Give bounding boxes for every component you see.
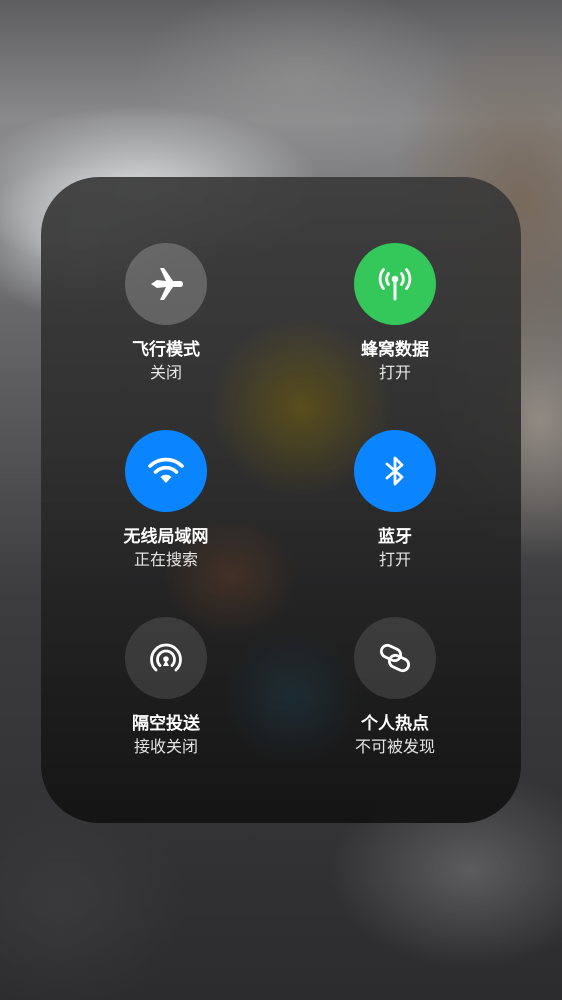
wifi-label: 无线局域网 [123, 527, 209, 547]
bluetooth-toggle[interactable]: 蓝牙 打开 [295, 430, 495, 571]
airdrop-status: 接收关闭 [133, 737, 198, 756]
cellular-data-toggle[interactable]: 蜂窝数据 打开 [295, 243, 495, 384]
personal-hotspot-icon [379, 643, 411, 673]
airplane-mode-button[interactable] [125, 243, 207, 325]
personal-hotspot-label: 个人热点 [361, 714, 429, 734]
airplane-mode-toggle[interactable]: 飞行模式 关闭 [66, 243, 266, 384]
personal-hotspot-button[interactable] [354, 617, 436, 699]
cellular-antenna-icon [378, 268, 412, 301]
airdrop-label: 隔空投送 [132, 714, 200, 734]
airdrop-button[interactable] [125, 617, 207, 699]
airdrop-toggle[interactable]: 隔空投送 接收关闭 [66, 617, 266, 758]
airplane-icon [151, 268, 183, 300]
bluetooth-icon [385, 456, 404, 486]
screen: 飞行模式 关闭 蜂窝数据 打开 无线局域网 正在搜索 蓝牙 打开 隔空投送 接收… [0, 0, 562, 1000]
cellular-data-button[interactable] [354, 243, 436, 325]
personal-hotspot-status: 不可被发现 [354, 737, 435, 756]
wifi-toggle[interactable]: 无线局域网 正在搜索 [66, 430, 266, 571]
wifi-icon [148, 457, 184, 483]
connectivity-panel: 飞行模式 关闭 蜂窝数据 打开 无线局域网 正在搜索 蓝牙 打开 隔空投送 接收… [41, 177, 521, 823]
airplane-mode-label: 飞行模式 [132, 340, 200, 360]
cellular-data-status: 打开 [378, 363, 411, 382]
airplane-mode-status: 关闭 [149, 363, 182, 382]
bluetooth-status: 打开 [378, 550, 411, 569]
cellular-data-label: 蜂窝数据 [361, 340, 429, 360]
bluetooth-button[interactable] [354, 430, 436, 512]
personal-hotspot-toggle[interactable]: 个人热点 不可被发现 [295, 617, 495, 758]
wifi-status: 正在搜索 [133, 550, 198, 569]
bluetooth-label: 蓝牙 [378, 527, 412, 547]
airdrop-icon [150, 643, 182, 672]
wifi-button[interactable] [125, 430, 207, 512]
